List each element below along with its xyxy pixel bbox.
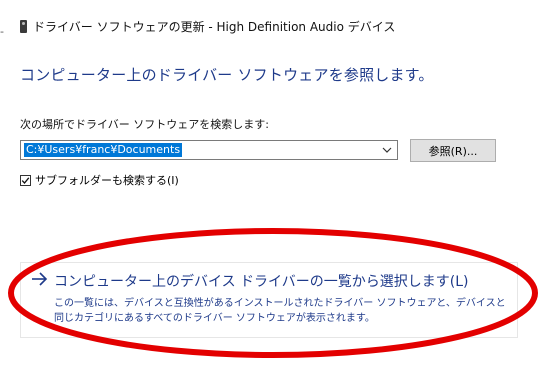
chevron-down-icon[interactable] [380,141,394,159]
search-location-label: 次の場所でドライバー ソフトウェアを検索します: [20,118,269,131]
audio-device-icon [20,19,27,33]
browse-button[interactable]: 参照(R)... [410,139,496,162]
page-heading: コンピューター上のドライバー ソフトウェアを参照します。 [20,66,434,84]
check-icon [21,176,30,184]
include-subfolders-checkbox[interactable] [20,174,31,186]
path-value[interactable]: C:¥Users¥franc¥Documents [24,143,183,157]
arrow-right-icon [32,272,48,286]
include-subfolders-label[interactable]: サブフォルダーも検索する(I) [35,172,179,188]
title-bar: ドライバー ソフトウェアの更新 - High Definition Audio … [20,16,395,36]
path-combobox[interactable]: C:¥Users¥franc¥Documents [20,140,398,160]
pick-from-list-description: この一覧には、デバイスと互換性があるインストールされたドライバー ソフトウェアと… [54,298,506,324]
pick-from-list-title[interactable]: コンピューター上のデバイス ドライバーの一覧から選択します(L) [54,271,468,291]
include-subfolders-option[interactable]: サブフォルダーも検索する(I) [20,172,179,188]
title-dash: - [0,25,4,38]
driver-update-dialog: - ドライバー ソフトウェアの更新 - High Definition Audi… [0,0,544,371]
window-title: ドライバー ソフトウェアの更新 - High Definition Audio … [33,19,396,34]
pick-from-list-option[interactable]: コンピューター上のデバイス ドライバーの一覧から選択します(L) この一覧には、… [20,262,518,338]
